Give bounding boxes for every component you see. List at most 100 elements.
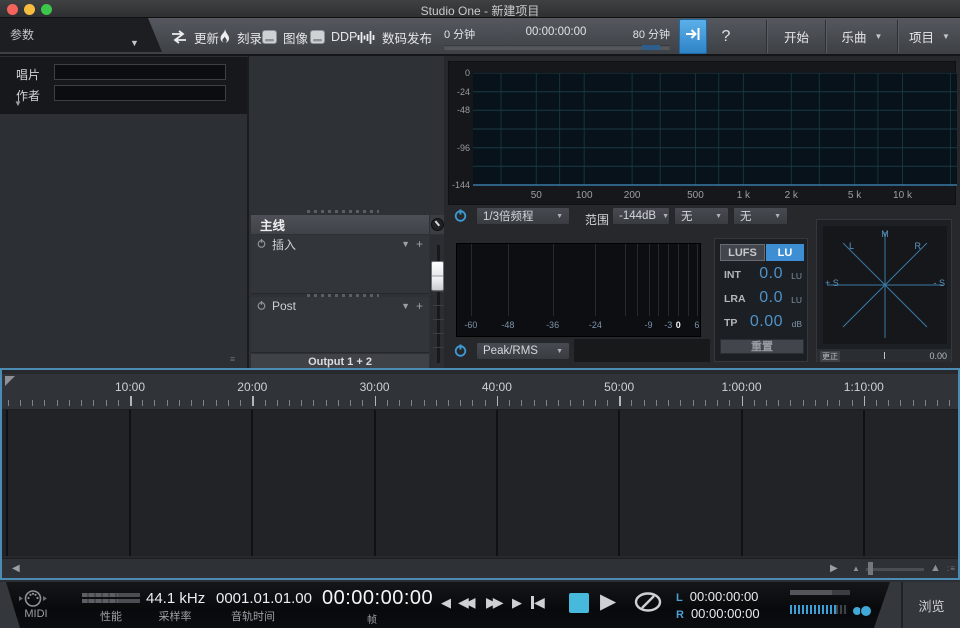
update-song-button[interactable]: [679, 19, 707, 54]
fast-forward-button[interactable]: ▶▶: [486, 594, 500, 611]
rewind-button[interactable]: ◀◀: [458, 594, 472, 611]
scroll-right-arrow[interactable]: ▶: [830, 563, 838, 574]
digital-release-button[interactable]: 数码发布: [357, 27, 432, 47]
stop-button[interactable]: [569, 593, 589, 613]
ruler-tick: [179, 400, 180, 406]
project-length-used: [642, 45, 660, 50]
song-page-tab[interactable]: 乐曲 ▼: [827, 19, 897, 54]
ruler-tick: [619, 396, 621, 406]
sample-rate-label: 采样率: [142, 608, 208, 624]
ddp-button[interactable]: DDP: [310, 27, 357, 47]
midi-label[interactable]: MIDI: [14, 608, 58, 620]
ruler-tick: [534, 400, 535, 406]
zoom-preset-icon[interactable]: :≡: [947, 564, 956, 573]
slope-dropdown[interactable]: 无 ▼: [733, 207, 788, 225]
master-knob[interactable]: [431, 218, 444, 231]
timeline-scrollbar: ◀ ▶ ▲ ▲ :≡: [2, 558, 958, 578]
correction-label[interactable]: 更正: [820, 351, 840, 362]
ruler-tick: [375, 396, 377, 406]
ruler-tick: [277, 400, 278, 406]
performance-label[interactable]: 性能: [82, 608, 140, 624]
spectrum-mode-dropdown[interactable]: 1/3倍频程 ▼: [476, 207, 570, 225]
zoom-slider-handle[interactable]: [868, 562, 873, 575]
ruler-tick: [827, 400, 828, 406]
add-insert-button[interactable]: +: [416, 237, 423, 251]
track-lanes[interactable]: [2, 410, 958, 556]
volume-knob-icon[interactable]: [860, 605, 872, 617]
spectrum-x-tick: 100: [569, 190, 599, 201]
disk-image-button[interactable]: 图像: [262, 27, 308, 47]
scroll-left-arrow[interactable]: ◀: [12, 563, 20, 574]
return-to-start-button[interactable]: ◀: [531, 594, 545, 611]
slope-value: 无: [740, 208, 752, 224]
zoom-in-button[interactable]: ▲: [930, 562, 941, 574]
ruler-corner-marker: [5, 376, 15, 386]
chevron-down-icon: ▼: [556, 213, 563, 220]
loop-end-time[interactable]: 00:00:00:00: [691, 606, 760, 621]
burn-label: 刻录: [237, 28, 262, 47]
post-section: Post ▼ +: [251, 297, 429, 353]
reset-button[interactable]: 重置: [720, 339, 804, 354]
power-icon[interactable]: [257, 301, 266, 312]
tab-lu[interactable]: LU: [766, 244, 804, 261]
main-time-display[interactable]: 00:00:00:00: [322, 587, 422, 610]
spectrum-x-tick: 50: [521, 190, 551, 201]
ruler-tick: [142, 400, 143, 406]
master-section-header[interactable]: 主线: [251, 215, 429, 234]
update-button[interactable]: 更新: [170, 27, 219, 47]
ruler-tick: [546, 400, 547, 406]
track-list-area[interactable]: ≡: [0, 114, 248, 368]
range-dropdown[interactable]: -144dB ▼: [612, 207, 670, 225]
goniometer-scope: M L R + S - S: [823, 226, 947, 344]
ruler-tick: [693, 400, 694, 406]
loop-end-label: R: [676, 609, 684, 621]
ruler-tick: [118, 400, 119, 406]
tab-lufs[interactable]: LUFS: [720, 244, 765, 261]
loop-range-display: L 00:00:00:00 R 00:00:00:00: [676, 589, 760, 623]
step-back-button[interactable]: ◀: [441, 595, 451, 611]
meter-tick: [553, 244, 554, 316]
add-post-insert-button[interactable]: +: [416, 299, 423, 313]
ruler-tick: [301, 400, 302, 406]
ruler-tick: [913, 400, 914, 406]
chevron-down-icon: ▼: [662, 213, 669, 220]
drag-handle[interactable]: [307, 210, 379, 213]
loop-start-label: L: [676, 592, 683, 604]
zoom-slider-track[interactable]: [866, 568, 924, 571]
play-button[interactable]: ▶: [600, 589, 616, 614]
main-area: 唱片 作者 ▼ ≡ 主线 插入: [0, 56, 960, 368]
project-page-tab[interactable]: 项目 ▼: [899, 19, 960, 54]
hold-dropdown[interactable]: 无 ▼: [674, 207, 729, 225]
zoom-out-button[interactable]: ▲: [852, 564, 860, 573]
update-label: 更新: [194, 28, 219, 47]
album-input[interactable]: [54, 64, 226, 80]
sample-rate-value[interactable]: 44.1 kHz: [146, 590, 205, 607]
ruler-tick: [20, 400, 21, 406]
ruler-time-label: 30:00: [345, 380, 405, 394]
spectrum-x-tick: 10 k: [888, 190, 918, 201]
ruler-tick: [900, 400, 901, 406]
ruler-tick: [154, 400, 155, 406]
burn-button[interactable]: 刻录: [218, 27, 262, 47]
expand-metadata-icon[interactable]: ▼: [14, 99, 22, 108]
volume-slider[interactable]: [790, 605, 836, 614]
master-fader-handle[interactable]: [431, 261, 444, 291]
chevron-down-icon[interactable]: ▼: [401, 301, 410, 311]
meter-power-button[interactable]: [454, 344, 467, 362]
chevron-down-icon[interactable]: ▼: [130, 38, 139, 48]
start-page-tab[interactable]: 开始: [768, 19, 825, 54]
correlation-value: 0.00: [929, 351, 947, 361]
track-time-value[interactable]: 0001.01.01.00: [216, 590, 312, 607]
time-ruler[interactable]: 10:0020:0030:0040:0050:001:00:001:10:00: [2, 374, 958, 410]
browse-button[interactable]: 浏览: [903, 582, 960, 628]
help-button[interactable]: ?: [707, 19, 745, 54]
meter-tick: [658, 244, 659, 316]
loop-start-time[interactable]: 00:00:00:00: [690, 589, 759, 604]
spectrum-power-button[interactable]: [454, 209, 467, 227]
step-forward-button[interactable]: ▶: [512, 595, 522, 611]
loop-button[interactable]: [632, 591, 664, 618]
chevron-down-icon[interactable]: ▼: [401, 239, 410, 249]
meter-mode-dropdown[interactable]: Peak/RMS ▼: [476, 342, 570, 360]
power-icon[interactable]: [257, 239, 266, 250]
artist-input[interactable]: [54, 85, 226, 101]
